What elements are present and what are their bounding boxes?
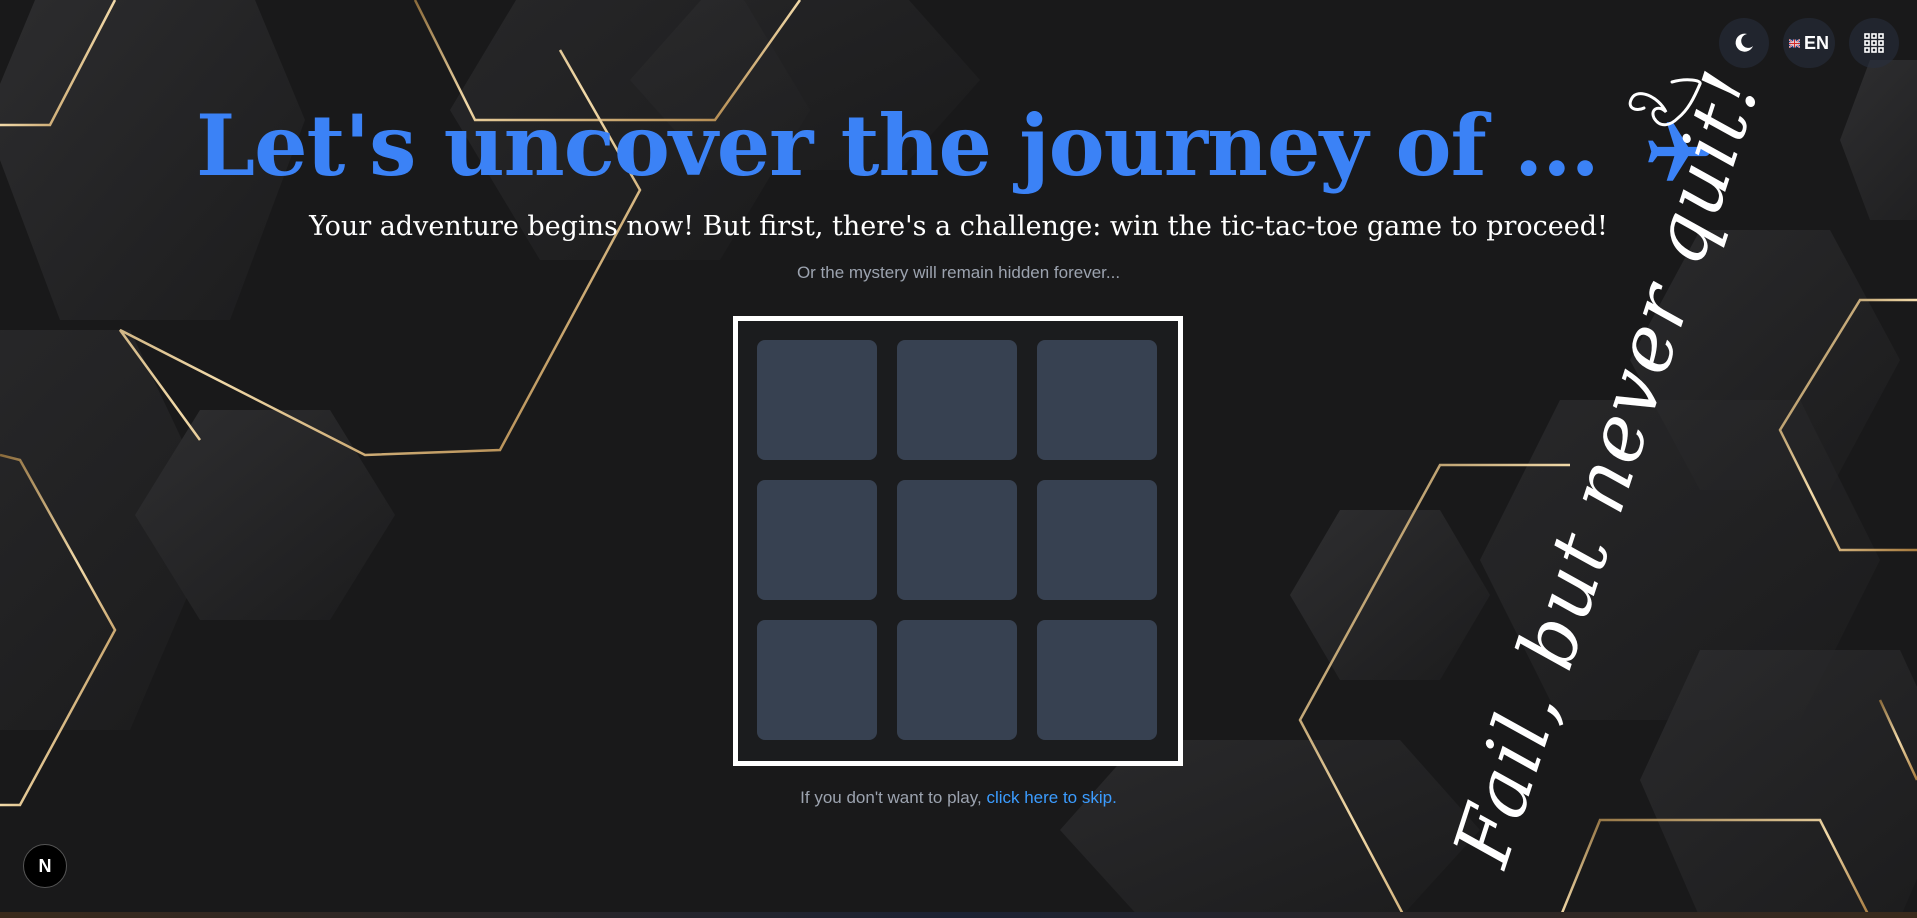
board-cell-5[interactable] [897,480,1017,600]
grid-icon [1864,33,1884,53]
skip-prefix: If you don't want to play, [800,788,987,807]
skip-notice: If you don't want to play, click here to… [0,788,1917,808]
board-cell-1[interactable] [757,340,877,460]
page-subtitle: Your adventure begins now! But first, th… [309,211,1608,242]
skip-link[interactable]: click here to skip. [986,788,1116,807]
board-cell-9[interactable] [1037,620,1157,740]
board-cell-6[interactable] [1037,480,1157,600]
uk-flag-icon [1789,38,1800,48]
board-cell-3[interactable] [1037,340,1157,460]
top-controls: EN [1719,18,1899,68]
board-cell-2[interactable] [897,340,1017,460]
board-cell-7[interactable] [757,620,877,740]
n-badge-button[interactable]: N [23,844,67,888]
board-cell-4[interactable] [757,480,877,600]
language-label: EN [1803,32,1829,53]
theme-toggle-button[interactable] [1719,18,1769,68]
moon-icon [1735,33,1753,52]
tic-tac-toe-board [733,316,1183,766]
apps-menu-button[interactable] [1849,18,1899,68]
board-cell-8[interactable] [897,620,1017,740]
language-switcher[interactable]: EN [1783,18,1835,68]
bottom-strip [0,912,1917,918]
page-title-text: Let's uncover the journey of ... [196,96,1600,195]
